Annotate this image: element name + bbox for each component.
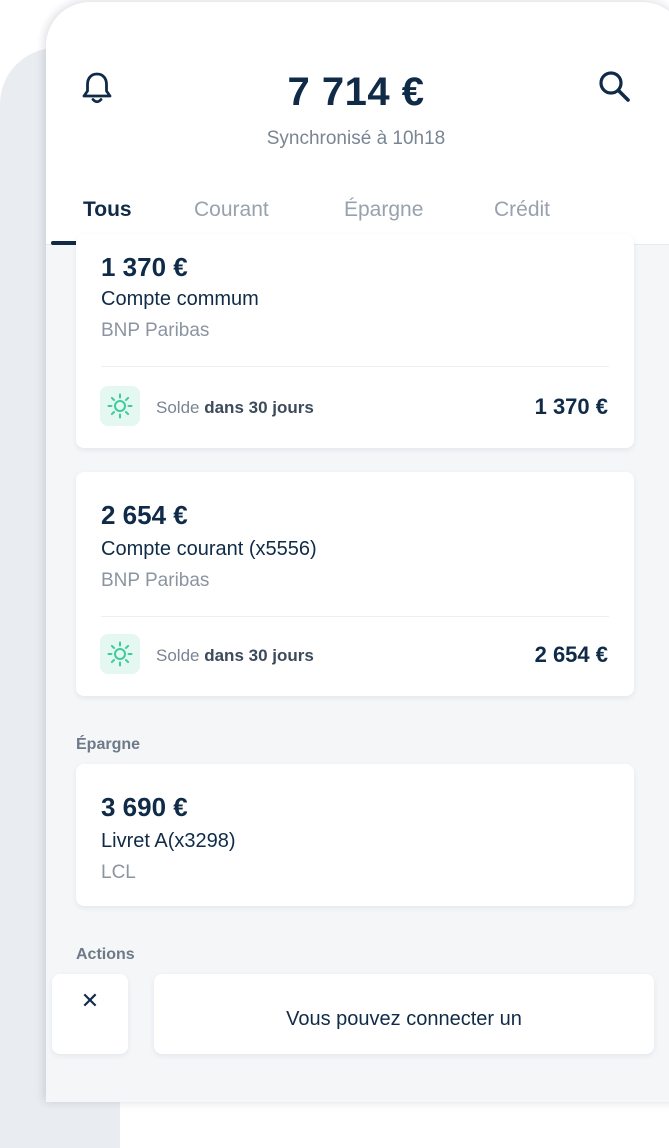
account-name: Livret A(x3298) [101, 830, 236, 852]
account-bank: LCL [101, 862, 136, 883]
tab-epargne[interactable]: Épargne [344, 198, 423, 222]
forecast-prefix: Solde [156, 398, 200, 417]
search-icon[interactable] [596, 68, 634, 106]
account-bank: BNP Paribas [101, 320, 210, 341]
total-balance: 7 714 € [287, 70, 425, 114]
tab-tous[interactable]: Tous [83, 198, 132, 222]
account-card[interactable]: 3 690 € Livret A(x3298) LCL [76, 764, 634, 906]
close-button[interactable]: ✕ [52, 974, 128, 1054]
tab-credit[interactable]: Crédit [494, 198, 550, 222]
forecast-amount: 2 654 € [534, 642, 608, 667]
forecast-label: Solde dans 30 jours [156, 398, 314, 418]
forecast-badge [100, 634, 140, 674]
sun-icon [107, 393, 133, 419]
account-name: Compte commum [101, 288, 259, 310]
forecast-period: dans 30 jours [204, 398, 314, 417]
tab-courant[interactable]: Courant [194, 198, 269, 222]
account-card[interactable]: 2 654 € Compte courant (x5556) BNP Parib… [76, 472, 634, 696]
account-amount: 3 690 € [101, 792, 188, 822]
account-card[interactable]: 1 370 € Compte commum BNP Paribas Solde … [76, 234, 634, 448]
account-amount: 1 370 € [101, 252, 188, 282]
forecast-amount: 1 370 € [534, 394, 608, 419]
forecast-period: dans 30 jours [204, 646, 314, 665]
account-name: Compte courant (x5556) [101, 538, 317, 560]
divider [101, 366, 609, 367]
sun-icon [107, 641, 133, 667]
section-label-actions: Actions [76, 946, 135, 963]
divider [101, 616, 609, 617]
account-amount: 2 654 € [101, 500, 188, 530]
forecast-badge [100, 386, 140, 426]
sync-status: Synchronisé à 10h18 [266, 128, 446, 149]
account-bank: BNP Paribas [101, 570, 210, 591]
forecast-prefix: Solde [156, 646, 200, 665]
section-label-epargne: Épargne [76, 736, 141, 753]
forecast-label: Solde dans 30 jours [156, 646, 314, 666]
phone-screen: 7 714 € Synchronisé à 10h18 Tous Courant… [46, 2, 669, 1102]
connect-account-promo[interactable]: Vous pouvez connecter un [154, 974, 654, 1054]
promo-text: Vous pouvez connecter un [286, 1008, 522, 1030]
header: 7 714 € Synchronisé à 10h18 Tous Courant… [46, 2, 669, 245]
close-icon: ✕ [80, 988, 100, 1013]
